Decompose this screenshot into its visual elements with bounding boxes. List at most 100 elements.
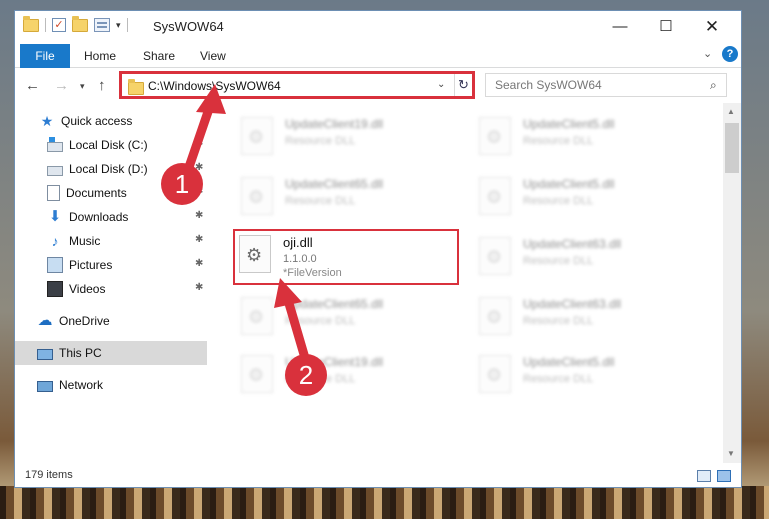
file-version: 1.1.0.0: [283, 253, 317, 265]
step-badge-1: 1: [161, 163, 203, 205]
file-explorer-window: ✓ ▾ SysWOW64 — ☐ ✕ File Home Share View …: [14, 10, 742, 488]
quick-access-toolbar: ✓ ▾: [23, 15, 128, 32]
file-item[interactable]: UpdateClient19.dll Resource DLL: [237, 113, 467, 169]
pin-icon: ✱: [195, 234, 204, 245]
ribbon-tabs: File Home Share View ⌄ ?: [15, 43, 741, 68]
address-bar[interactable]: C:\Windows\SysWOW64 ⌄ ↻: [119, 71, 475, 99]
file-name: UpdateClient65.dll: [285, 177, 384, 191]
file-item-oji-dll[interactable]: oji.dll 1.1.0.0 *FileVersion: [233, 229, 459, 285]
customize-toolbar-chevron-icon[interactable]: ▾: [116, 20, 121, 31]
dll-file-icon: [241, 355, 273, 393]
file-item[interactable]: UpdateClient19.dll Resource DLL: [237, 351, 467, 407]
address-path[interactable]: C:\Windows\SysWOW64: [148, 79, 281, 93]
file-type: *FileVersion: [283, 267, 342, 279]
recent-locations-chevron-icon[interactable]: ▾: [80, 81, 85, 92]
scroll-up-arrow-icon[interactable]: ▲: [727, 107, 735, 116]
sidebar-item-label: Documents: [66, 186, 127, 200]
folder-icon: [128, 79, 144, 95]
file-item[interactable]: UpdateClient63.dll Resource DLL: [475, 233, 705, 289]
file-item[interactable]: UpdateClient5.dll Resource DLL: [475, 351, 705, 407]
documents-icon: [47, 185, 60, 201]
maximize-button[interactable]: ☐: [643, 11, 689, 43]
star-icon: ★: [40, 113, 54, 129]
forward-arrow-icon[interactable]: →: [54, 77, 69, 94]
downloads-icon: ⬇: [48, 208, 62, 225]
tab-file[interactable]: File: [20, 44, 70, 68]
sidebar-item-label: Network: [59, 378, 104, 392]
status-bar: 179 items: [15, 465, 741, 487]
file-type: Resource DLL: [285, 315, 356, 327]
search-box[interactable]: Search SysWOW64 ⌕: [485, 73, 727, 97]
sidebar-item-this-pc[interactable]: This PC: [15, 341, 207, 365]
step-badge-2: 2: [285, 354, 327, 396]
navigation-bar: ← → ▾ ↑ C:\Windows\SysWOW64 ⌄ ↻ Search S…: [15, 69, 741, 103]
tab-share[interactable]: Share: [143, 49, 175, 63]
tab-home[interactable]: Home: [84, 49, 116, 63]
sidebar-item-network[interactable]: Network: [15, 373, 207, 397]
details-view-icon[interactable]: [697, 470, 711, 482]
this-pc-icon: [37, 348, 53, 360]
file-name: UpdateClient63.dll: [523, 297, 622, 311]
scrollbar-thumb[interactable]: [725, 123, 739, 173]
file-type: Resource DLL: [285, 135, 356, 147]
pictures-icon: [47, 257, 63, 273]
dll-file-icon: [239, 235, 271, 273]
sidebar-item-videos[interactable]: Videos ✱: [15, 277, 207, 301]
drive-icon: [47, 165, 63, 176]
scroll-down-arrow-icon[interactable]: ▼: [727, 449, 735, 458]
file-name: UpdateClient5.dll: [523, 177, 615, 191]
large-icons-view-icon[interactable]: [717, 470, 731, 482]
dll-file-icon: [479, 297, 511, 335]
dll-file-icon: [241, 117, 273, 155]
sidebar-item-label: Local Disk (C:): [69, 138, 148, 152]
dll-file-icon: [241, 177, 273, 215]
address-dropdown-chevron-icon[interactable]: ⌄: [437, 79, 445, 90]
drive-icon: [47, 136, 63, 152]
properties-icon[interactable]: [94, 18, 110, 32]
properties-check-icon[interactable]: ✓: [52, 18, 66, 32]
videos-icon: [47, 281, 63, 297]
help-icon[interactable]: ?: [722, 46, 738, 62]
back-arrow-icon[interactable]: ←: [25, 77, 40, 94]
sidebar-item-label: Local Disk (D:): [69, 162, 148, 176]
new-folder-icon[interactable]: [72, 15, 88, 32]
sidebar-item-label: Music: [69, 234, 101, 248]
onedrive-icon: ☁: [37, 312, 53, 329]
close-button[interactable]: ✕: [689, 11, 735, 43]
sidebar-item-label: Pictures: [69, 258, 113, 272]
tab-view[interactable]: View: [200, 49, 226, 63]
pin-icon: ✱: [195, 210, 204, 221]
sidebar-item-quick-access[interactable]: ★ Quick access: [15, 109, 207, 133]
sidebar-item-pictures[interactable]: Pictures ✱: [15, 253, 207, 277]
item-count: 179 items: [25, 469, 73, 481]
divider: [126, 18, 128, 32]
network-icon: [37, 380, 53, 392]
dll-file-icon: [479, 177, 511, 215]
file-item[interactable]: UpdateClient63.dll Resource DLL: [475, 293, 705, 349]
file-item[interactable]: UpdateClient65.dll Resource DLL: [237, 173, 467, 229]
desktop-background: [0, 486, 769, 519]
divider: [45, 18, 46, 32]
search-input[interactable]: Search SysWOW64: [495, 78, 602, 92]
vertical-scrollbar[interactable]: ▲ ▼: [723, 103, 741, 463]
sidebar-item-label: Quick access: [61, 114, 133, 128]
sidebar-item-music[interactable]: ♪ Music ✱: [15, 229, 207, 253]
sidebar-item-local-disk-c[interactable]: Local Disk (C:) ✱: [15, 133, 207, 157]
dll-file-icon: [479, 117, 511, 155]
file-name: UpdateClient5.dll: [523, 117, 615, 131]
search-icon[interactable]: ⌕: [710, 78, 717, 93]
sidebar-item-onedrive[interactable]: ☁ OneDrive: [15, 309, 207, 333]
refresh-icon[interactable]: ↻: [454, 74, 472, 96]
file-type: Resource DLL: [523, 255, 594, 267]
minimize-button[interactable]: —: [597, 11, 643, 43]
expand-ribbon-chevron-icon[interactable]: ⌄: [703, 47, 712, 60]
up-arrow-icon[interactable]: ↑: [98, 77, 106, 94]
file-name: oji.dll: [283, 235, 313, 250]
file-item[interactable]: UpdateClient5.dll Resource DLL: [475, 173, 705, 229]
file-item[interactable]: UpdateClient5.dll Resource DLL: [475, 113, 705, 169]
sidebar-item-label: This PC: [59, 346, 102, 360]
dll-file-icon: [241, 297, 273, 335]
file-item[interactable]: UpdateClient65.dll Resource DLL: [237, 293, 467, 349]
sidebar-item-downloads[interactable]: ⬇ Downloads ✱: [15, 205, 207, 229]
sidebar-item-label: Downloads: [69, 210, 129, 224]
